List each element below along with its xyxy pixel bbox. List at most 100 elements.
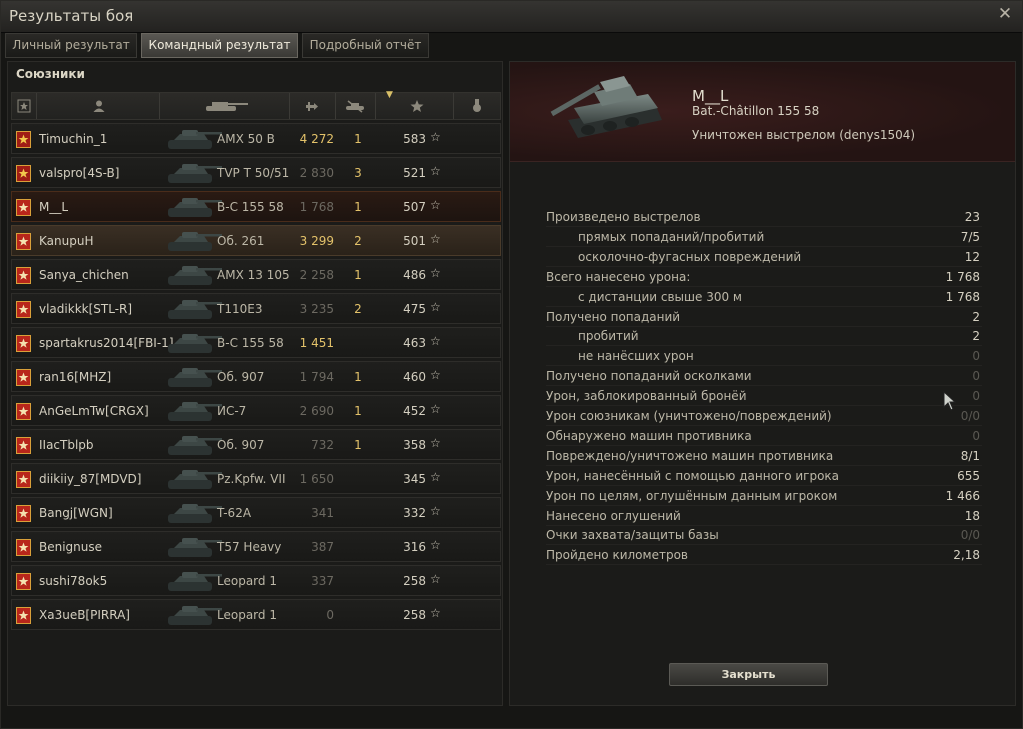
player-name[interactable]: AnGeLmTw[CRGX]: [39, 404, 149, 418]
player-name[interactable]: ran16[MHZ]: [39, 370, 111, 384]
player-row[interactable]: IIacTblpb Об. 907 732 1 358 ☆: [11, 429, 501, 460]
stat-value: 0/0: [960, 528, 980, 543]
star-icon: ☆: [430, 606, 441, 620]
tank-thumbnail-icon: [164, 228, 224, 255]
medal-icon: [473, 99, 481, 112]
col-xp[interactable]: ▼: [376, 90, 454, 119]
player-row[interactable]: ran16[MHZ] Об. 907 1 794 1 460 ☆: [11, 361, 501, 392]
kills-value: 1: [354, 268, 362, 282]
xp-value: 501: [403, 234, 426, 248]
vehicle-status: Уничтожен выстрелом (denys1504): [692, 128, 916, 142]
player-name[interactable]: diikiiy_87[MDVD]: [39, 472, 141, 486]
player-name[interactable]: Bangj[WGN]: [39, 506, 113, 520]
player-row[interactable]: vladikkk[STL-R] T110E3 3 235 2 475 ☆: [11, 293, 501, 324]
rank-badge-icon: [16, 437, 31, 454]
rank-badge-icon: [16, 165, 31, 182]
rank-badge-icon: [16, 335, 31, 352]
player-name[interactable]: M__L: [39, 200, 68, 214]
rank-badge-icon: [16, 573, 31, 590]
tank-thumbnail-icon: [164, 330, 224, 357]
damage-value: 0: [326, 608, 334, 622]
player-row[interactable]: Bangj[WGN] T-62A 341 332 ☆: [11, 497, 501, 528]
player-row[interactable]: M__L B-C 155 58 1 768 1 507 ☆: [11, 191, 501, 222]
star-icon: ☆: [430, 164, 441, 178]
tank-name: B-C 155 58: [217, 200, 284, 214]
close-icon[interactable]: ✕: [996, 5, 1014, 23]
damage-value: 3 299: [299, 234, 334, 248]
player-row[interactable]: Benignuse T57 Heavy 387 316 ☆: [11, 531, 501, 562]
tank-thumbnail-icon: [164, 568, 224, 595]
xp-value: 475: [403, 302, 426, 316]
stat-label: Обнаружено машин противника: [546, 428, 752, 443]
stat-row: Получено попаданий осколками 0: [546, 367, 982, 387]
player-name[interactable]: Xa3ueB[PIRRA]: [39, 608, 130, 622]
player-name[interactable]: valspro[4S-B]: [39, 166, 119, 180]
player-row[interactable]: sushi78ok5 Leopard 1 337 258 ☆: [11, 565, 501, 596]
xp-value: 463: [403, 336, 426, 350]
stat-row: Урон союзникам (уничтожено/повреждений) 0…: [546, 407, 982, 426]
player-name[interactable]: Sanya_chichen: [39, 268, 129, 282]
title-bar: Результаты боя ✕: [1, 1, 1022, 33]
player-row[interactable]: Sanya_chichen AMX 13 105 2 258 1 486 ☆: [11, 259, 501, 290]
player-name[interactable]: sushi78ok5: [39, 574, 107, 588]
tank-thumbnail-icon: [164, 126, 224, 153]
kills-value: 3: [354, 166, 362, 180]
col-damage[interactable]: [290, 93, 336, 119]
player-row[interactable]: diikiiy_87[MDVD] Pz.Kpfw. VII 1 650 345 ☆: [11, 463, 501, 494]
damage-value: 341: [311, 506, 334, 520]
vehicle-player-name: M__L: [692, 87, 729, 105]
stat-row: Нанесено оглушений 18: [546, 507, 982, 526]
tank-thumbnail-icon: [164, 262, 224, 289]
sort-arrow-icon: ▼: [386, 90, 393, 100]
tank-name: T110E3: [217, 302, 263, 316]
tab-personal-result[interactable]: Личный результат: [5, 33, 137, 58]
tab-team-result[interactable]: Командный результат: [141, 33, 298, 58]
player-name[interactable]: Timuchin_1: [39, 132, 107, 146]
player-row[interactable]: AnGeLmTw[CRGX] ИС-7 2 690 1 452 ☆: [11, 395, 501, 426]
kills-value: 1: [354, 438, 362, 452]
tank-icon: [206, 102, 248, 111]
star-icon: ☆: [430, 130, 441, 144]
rank-badge-icon: [16, 233, 31, 250]
xp-value: 452: [403, 404, 426, 418]
player-row[interactable]: valspro[4S-B] TVP T 50/51 2 830 3 521 ☆: [11, 157, 501, 188]
player-row[interactable]: spartakrus2014[FBI-1] B-C 155 58 1 451 463 ☆: [11, 327, 501, 358]
vehicle-image-icon: [550, 76, 662, 138]
damage-value: 2 690: [299, 404, 334, 418]
tank-name: B-C 155 58: [217, 336, 284, 350]
close-button[interactable]: Закрыть: [669, 663, 828, 686]
player-name[interactable]: IIacTblpb: [39, 438, 94, 452]
tank-thumbnail-icon: [164, 602, 224, 629]
damage-value: 3 235: [299, 302, 334, 316]
player-name[interactable]: Benignuse: [39, 540, 102, 554]
col-tank[interactable]: [160, 93, 290, 119]
stat-value: 0: [972, 369, 980, 384]
col-kills[interactable]: [336, 93, 376, 119]
rank-badge-icon: [16, 403, 31, 420]
rank-badge-icon: [16, 199, 31, 216]
player-row[interactable]: Xa3ueB[PIRRA] Leopard 1 0 258 ☆: [11, 599, 501, 630]
tank-name: T57 Heavy: [217, 540, 282, 554]
tank-name: Leopard 1: [217, 574, 277, 588]
player-name[interactable]: vladikkk[STL-R]: [39, 302, 132, 316]
stat-row: пробитий 2: [546, 327, 982, 347]
player-row[interactable]: Timuchin_1 AMX 50 B 4 272 1 583 ☆: [11, 123, 501, 154]
col-player[interactable]: [37, 93, 160, 119]
col-medals[interactable]: [454, 93, 500, 119]
xp-value: 345: [403, 472, 426, 486]
damage-value: 1 768: [299, 200, 334, 214]
stat-label: Получено попаданий осколками: [546, 369, 752, 384]
player-name[interactable]: spartakrus2014[FBI-1]: [39, 336, 174, 350]
team-panel: Союзники ▼ Timuchin_1 AMX 50 B 4 272 1 5…: [7, 61, 503, 706]
player-row[interactable]: KanupuH Об. 261 3 299 2 501 ☆: [11, 225, 501, 256]
stat-label: осколочно-фугасных повреждений: [578, 249, 802, 264]
xp-value: 358: [403, 438, 426, 452]
xp-value: 507: [403, 200, 426, 214]
player-name[interactable]: KanupuH: [39, 234, 93, 248]
tab-detailed-report[interactable]: Подробный отчёт: [302, 33, 429, 58]
window-title: Результаты боя: [9, 7, 134, 25]
tank-thumbnail-icon: [164, 466, 224, 493]
kills-value: 1: [354, 370, 362, 384]
stat-label: Урон союзникам (уничтожено/повреждений): [546, 409, 832, 423]
col-rank[interactable]: [12, 93, 37, 119]
